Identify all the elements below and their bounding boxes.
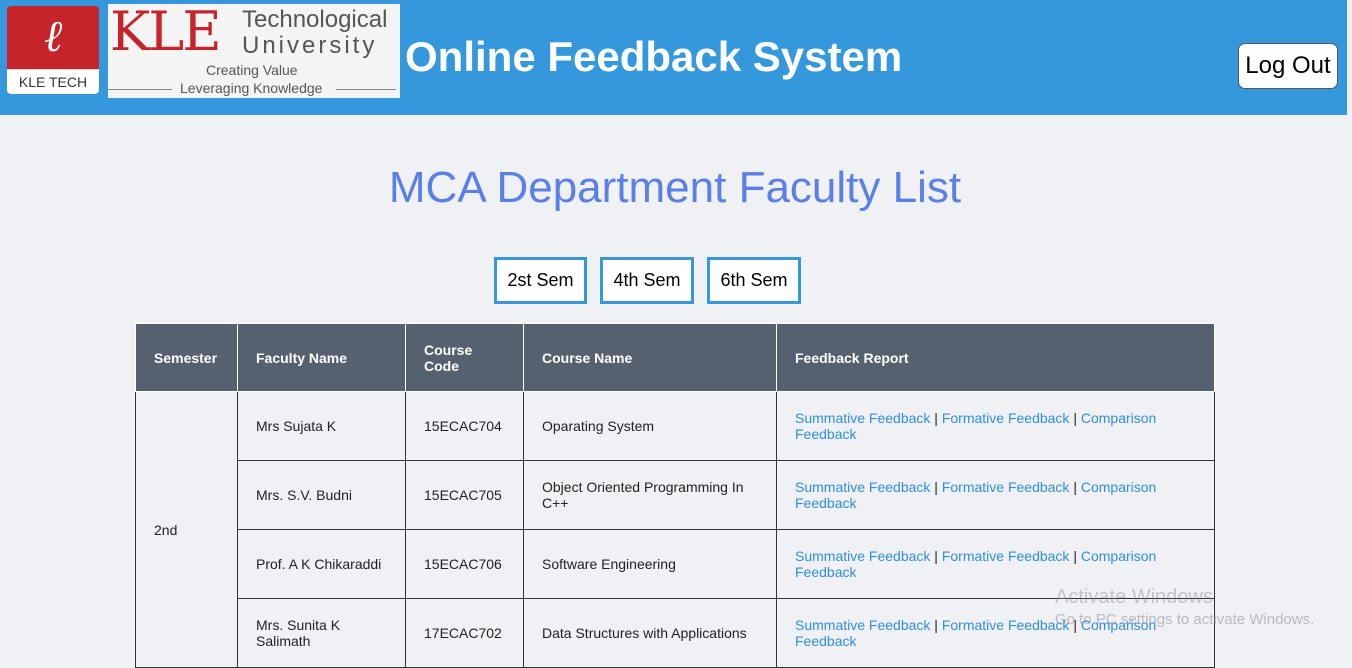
course-name-cell: Object Oriented Programming In C++ [523, 460, 777, 530]
formative-feedback-link[interactable]: Formative Feedback [942, 548, 1070, 564]
top-header: ℓ KLE TECH KLE Technological University … [0, 0, 1347, 115]
wordmark-kle: KLE [110, 0, 222, 63]
semester-cell: 2nd [135, 391, 238, 668]
header-feedback-report: Feedback Report [776, 323, 1215, 392]
formative-feedback-link[interactable]: Formative Feedback [942, 617, 1070, 633]
kle-university-wordmark: KLE Technological University Creating Va… [108, 4, 400, 98]
summative-feedback-link[interactable]: Summative Feedback [795, 548, 930, 564]
link-separator: | [934, 410, 938, 426]
faculty-name-cell: Prof. A K Chikaraddi [237, 529, 406, 599]
formative-feedback-link[interactable]: Formative Feedback [942, 479, 1070, 495]
link-separator: | [1073, 479, 1077, 495]
faculty-name-cell: Mrs. S.V. Budni [237, 460, 406, 530]
wordmark-university: University [242, 32, 378, 59]
app-title: Online Feedback System [405, 33, 903, 80]
faculty-name-cell: Mrs Sujata K [237, 391, 406, 461]
activate-windows-subtitle: Go to PC settings to activate Windows. [1055, 611, 1315, 628]
tagline-rule-right [336, 89, 396, 90]
link-separator: | [1073, 548, 1077, 564]
wordmark-technological: Technological [242, 6, 388, 33]
summative-feedback-link[interactable]: Summative Feedback [795, 479, 930, 495]
tagline-leveraging-knowledge: Leveraging Knowledge [180, 80, 323, 96]
header-semester: Semester [135, 323, 238, 392]
formative-feedback-link[interactable]: Formative Feedback [942, 410, 1070, 426]
header-course-code: Course Code [405, 323, 524, 392]
logout-button[interactable]: Log Out [1238, 43, 1338, 89]
tagline-rule-left [108, 89, 172, 90]
course-name-cell: Oparating System [523, 391, 777, 461]
table-row: Mrs. S.V. Budni 15ECAC705 Object Oriente… [136, 460, 1215, 530]
faculty-name-cell: Mrs. Sunita K Salimath [237, 598, 406, 668]
sem-6-button[interactable]: 6th Sem [707, 257, 801, 304]
table-row: 2nd Mrs Sujata K 15ECAC704 Oparating Sys… [135, 391, 1215, 668]
link-separator: | [934, 479, 938, 495]
kle-logo-mark: ℓ [43, 11, 63, 62]
table-header-row: Semester Faculty Name Course Code Course… [135, 323, 1215, 392]
summative-feedback-link[interactable]: Summative Feedback [795, 617, 930, 633]
course-code-cell: 17ECAC702 [405, 598, 524, 668]
link-separator: | [934, 617, 938, 633]
header-faculty-name: Faculty Name [237, 323, 406, 392]
course-code-cell: 15ECAC706 [405, 529, 524, 599]
course-name-cell: Software Engineering [523, 529, 777, 599]
kle-tech-logo-badge: ℓ KLE TECH [7, 6, 99, 94]
table-row: Mrs. Sunita K Salimath 17ECAC702 Data St… [136, 598, 1215, 668]
sem-4-button[interactable]: 4th Sem [600, 257, 694, 304]
table-row: Prof. A K Chikaraddi 15ECAC706 Software … [136, 529, 1215, 599]
sem-2-button[interactable]: 2st Sem [494, 257, 587, 304]
link-separator: | [934, 548, 938, 564]
link-separator: | [1073, 410, 1077, 426]
course-code-cell: 15ECAC704 [405, 391, 524, 461]
feedback-links-cell: Summative Feedback | Formative Feedback … [776, 391, 1215, 461]
kle-tech-label: KLE TECH [7, 69, 99, 94]
faculty-table: Semester Faculty Name Course Code Course… [135, 323, 1215, 668]
summative-feedback-link[interactable]: Summative Feedback [795, 410, 930, 426]
activate-windows-title: Activate Windows [1055, 586, 1213, 608]
course-name-cell: Data Structures with Applications [523, 598, 777, 668]
course-code-cell: 15ECAC705 [405, 460, 524, 530]
header-course-name: Course Name [523, 323, 777, 392]
tagline-creating-value: Creating Value [206, 62, 298, 78]
page-title: MCA Department Faculty List [388, 163, 962, 212]
feedback-links-cell: Summative Feedback | Formative Feedback … [776, 460, 1215, 530]
